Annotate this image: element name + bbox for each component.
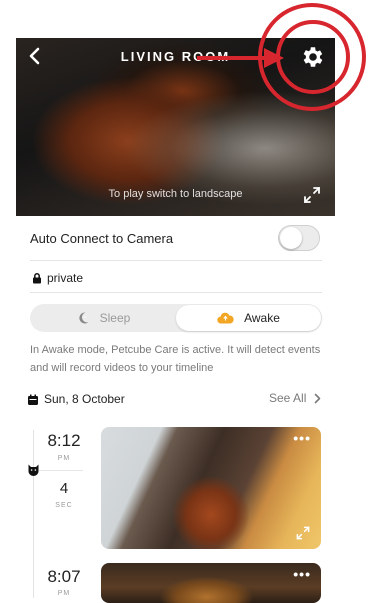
sleep-mode-button[interactable]: Sleep [30,304,176,332]
camera-feed[interactable]: LIVING ROOM To play switch to landscape [16,38,335,216]
event-video-thumbnail[interactable]: ••• [101,563,321,603]
expand-icon[interactable] [295,525,311,541]
event-video-thumbnail[interactable]: ••• [101,427,321,549]
toggle-knob [280,227,302,249]
calendar-icon [27,393,39,405]
settings-button[interactable] [300,44,326,70]
expand-icon [304,187,320,203]
see-all-link[interactable]: See All [269,391,321,405]
timeline-date: Sun, 8 October [44,392,125,406]
more-options-icon[interactable]: ••• [293,431,311,445]
fullscreen-button[interactable] [302,185,322,205]
landscape-hint: To play switch to landscape [108,188,243,200]
awake-mode-label: Awake [244,311,280,325]
event-duration: 4 [59,480,69,497]
more-options-icon[interactable]: ••• [293,567,311,581]
moon-icon [79,312,89,324]
timeline-line [33,430,34,598]
sleep-mode-label: Sleep [99,311,131,325]
chevron-right-icon [315,393,321,403]
gear-icon [303,47,323,67]
auto-connect-label: Auto Connect to Camera [30,231,174,246]
cloud-icon [217,312,234,324]
auto-connect-toggle[interactable] [278,225,320,251]
lock-icon [31,271,43,284]
event-duration-unit: SEC [55,502,73,509]
event-period: PM [57,590,71,597]
awake-mode-button[interactable]: Awake [176,305,321,331]
event-period: PM [57,455,71,462]
divider [39,470,83,471]
see-all-label: See All [269,391,307,405]
divider [30,260,322,261]
divider [30,292,322,293]
page-title: LIVING ROOM [120,49,231,64]
event-time: 8:12 [47,431,81,450]
event-time: 8:07 [47,567,81,586]
mode-description: In Awake mode, Petcube Care is active. I… [30,344,321,374]
mode-switch[interactable]: Sleep Awake [30,304,322,332]
privacy-label: private [47,271,84,285]
